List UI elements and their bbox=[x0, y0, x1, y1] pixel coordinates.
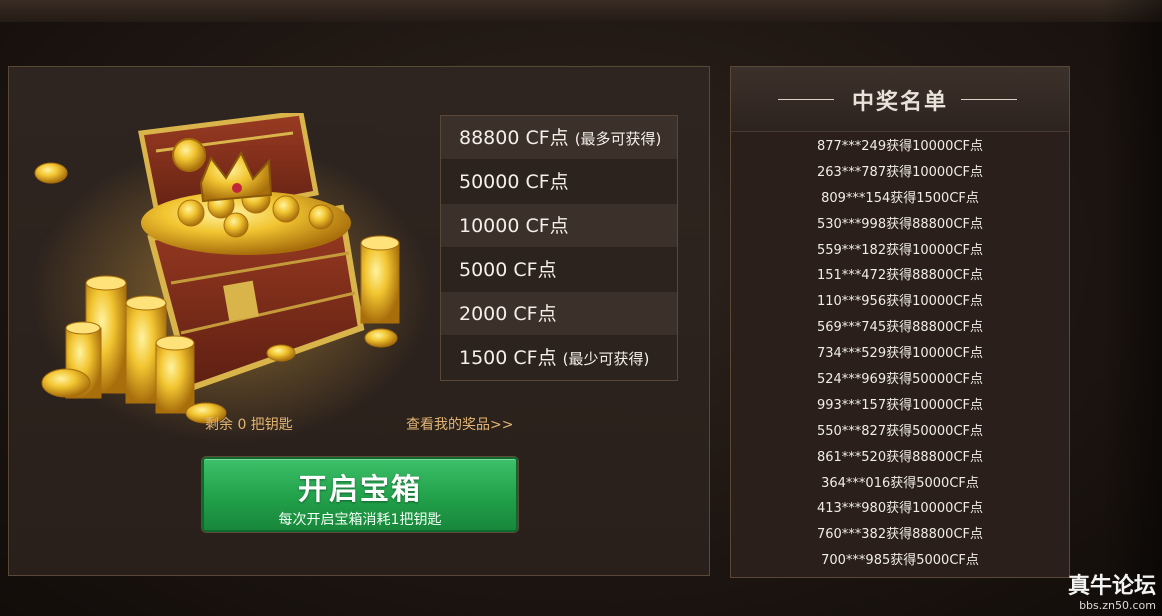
winners-title: 中奖名单 bbox=[851, 90, 948, 115]
winner-row: 877***249获得10000CF点 bbox=[816, 139, 984, 154]
prize-amount: 50000 CF点 bbox=[459, 171, 569, 193]
winners-panel: 中奖名单 877***249获得10000CF点 263***787获得1000… bbox=[730, 66, 1070, 578]
watermark-url: bbs.zn50.com bbox=[1079, 599, 1156, 612]
winners-header: 中奖名单 bbox=[731, 67, 1069, 132]
prize-note: (最多可获得) bbox=[574, 130, 662, 148]
winner-row: 530***998获得88800CF点 bbox=[816, 216, 984, 232]
winner-row: 569***745获得88800CF点 bbox=[816, 320, 984, 336]
winner-row: 861***520获得88800CF点 bbox=[816, 449, 984, 465]
winners-list: 877***249获得10000CF点 263***787获得10000CF点 … bbox=[731, 132, 1069, 574]
treasure-chest-icon bbox=[31, 113, 431, 443]
winner-row: 151***472获得88800CF点 bbox=[816, 268, 984, 284]
view-my-prizes-link[interactable]: 查看我的奖品>> bbox=[406, 414, 513, 434]
top-banner-strip bbox=[0, 0, 1162, 22]
open-chest-subtitle: 每次开启宝箱消耗1把钥匙 bbox=[278, 512, 442, 528]
open-chest-title: 开启宝箱 bbox=[297, 472, 422, 506]
winner-row: 524***969获得50000CF点 bbox=[816, 372, 984, 388]
prize-amount: 5000 CF点 bbox=[459, 259, 557, 281]
prize-amount: 88800 CF点 bbox=[459, 127, 569, 149]
winner-row: 700***985获得5000CF点 bbox=[821, 553, 979, 569]
winner-row: 993***157获得10000CF点 bbox=[816, 397, 984, 413]
winner-row: 760***382获得88800CF点 bbox=[816, 527, 984, 543]
watermark-title: 真牛论坛 bbox=[1067, 574, 1156, 599]
prize-amount: 10000 CF点 bbox=[459, 215, 569, 237]
prize-item: 10000 CF点 bbox=[441, 204, 677, 248]
prize-amount: 2000 CF点 bbox=[459, 303, 557, 325]
prize-item: 5000 CF点 bbox=[441, 248, 677, 292]
prize-panel: 88800 CF点 (最多可获得) 50000 CF点 10000 CF点 500… bbox=[8, 66, 710, 576]
header-divider-right bbox=[961, 99, 1017, 100]
winner-row: 110***956获得10000CF点 bbox=[816, 294, 984, 310]
winner-row: 559***182获得10000CF点 bbox=[816, 242, 984, 258]
prize-amount: 1500 CF点 bbox=[459, 347, 557, 369]
prize-item: 1500 CF点 (最少可获得) bbox=[441, 336, 677, 380]
site-watermark: 真牛论坛 bbs.zn50.com bbox=[1067, 574, 1156, 613]
prize-list: 88800 CF点 (最多可获得) 50000 CF点 10000 CF点 500… bbox=[440, 115, 678, 381]
winner-row: 734***529获得10000CF点 bbox=[816, 346, 984, 362]
prize-item: 50000 CF点 bbox=[441, 160, 677, 204]
prize-item: 88800 CF点 (最多可获得) bbox=[441, 116, 677, 160]
keys-remaining: 剩余 0 把钥匙 bbox=[205, 417, 293, 433]
winner-row: 364***016获得5000CF点 bbox=[821, 475, 979, 491]
prize-note: (最少可获得) bbox=[562, 350, 650, 368]
winner-row: 550***827获得50000CF点 bbox=[816, 423, 984, 439]
prize-item: 2000 CF点 bbox=[441, 292, 677, 336]
side-shadow bbox=[1102, 0, 1162, 616]
open-chest-button[interactable]: 开启宝箱 每次开启宝箱消耗1把钥匙 bbox=[202, 457, 518, 532]
winner-row: 263***787获得10000CF点 bbox=[816, 164, 984, 180]
winner-row: 413***980获得10000CF点 bbox=[816, 501, 984, 517]
winner-row: 809***154获得1500CF点 bbox=[821, 190, 979, 206]
